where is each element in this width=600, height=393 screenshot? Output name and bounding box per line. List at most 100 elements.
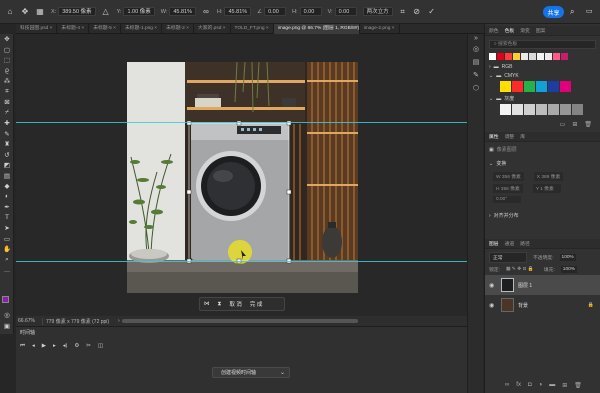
tab-gradients[interactable]: 渐变: [520, 27, 530, 34]
recent-color-swatch[interactable]: [529, 53, 536, 60]
recent-color-swatch[interactable]: [545, 53, 552, 60]
learn-icon[interactable]: ◎: [468, 42, 484, 55]
prop-y-input[interactable]: Y 1 像素: [532, 184, 561, 193]
gradient-icon[interactable]: ▤: [0, 171, 14, 182]
doc-tab[interactable]: 未标题-4 ×: [57, 24, 90, 34]
doc-tab[interactable]: image-2.png ×: [360, 24, 400, 34]
swatch-search-input[interactable]: 搜索色板: [498, 42, 517, 47]
tab-properties[interactable]: 属性: [489, 133, 499, 140]
eye-icon[interactable]: ◉: [489, 302, 497, 309]
delta-icon[interactable]: △: [101, 7, 111, 17]
swatch-search[interactable]: ⌕ 搜索色板: [489, 40, 596, 49]
recent-color-swatch[interactable]: [553, 53, 560, 60]
play-icon[interactable]: ▶: [42, 343, 46, 350]
mask-icon[interactable]: ◘: [528, 382, 532, 389]
tab-color[interactable]: 颜色: [489, 27, 499, 34]
opacity-input[interactable]: 100%: [559, 254, 576, 261]
recent-color-swatch[interactable]: [537, 53, 544, 60]
settings-icon[interactable]: ⚙: [74, 343, 79, 350]
confirm-transform-button[interactable]: 完 成: [246, 298, 267, 310]
color-swatch[interactable]: [500, 81, 511, 92]
layer-name[interactable]: 图层 1: [518, 282, 532, 289]
prop-w-input[interactable]: W 356 像素: [493, 172, 524, 181]
shape-icon[interactable]: ▭: [0, 234, 14, 245]
horizontal-guide-top[interactable]: [16, 122, 467, 123]
tab-channels[interactable]: 通道: [505, 240, 515, 247]
fx-icon[interactable]: fx: [516, 382, 521, 389]
commit-transform-icon[interactable]: ✓: [427, 7, 437, 17]
share-button[interactable]: 共享: [543, 6, 564, 18]
history-icon[interactable]: ▤: [468, 55, 484, 68]
reference-point-icon[interactable]: ▦: [35, 7, 45, 17]
collapse-icon[interactable]: »: [468, 34, 484, 42]
eraser-icon[interactable]: ◩: [0, 160, 14, 171]
healing-icon[interactable]: ✚: [0, 118, 14, 129]
split-icon[interactable]: ✂: [86, 343, 91, 350]
layer-name[interactable]: 背景: [518, 302, 528, 309]
vskew-input[interactable]: 0.00: [334, 7, 357, 16]
recent-color-swatch[interactable]: [521, 53, 528, 60]
screen-mode-icon[interactable]: ▣: [0, 321, 14, 332]
tab-patterns[interactable]: 图案: [536, 27, 546, 34]
prev-frame-icon[interactable]: ◂: [32, 343, 35, 350]
color-swatch[interactable]: [512, 104, 523, 115]
zoom-level[interactable]: 66.67%: [16, 318, 42, 324]
tab-paths[interactable]: 路径: [520, 240, 530, 247]
color-swatch[interactable]: [560, 81, 571, 92]
prop-h-input[interactable]: H 356 像素: [493, 184, 523, 193]
more-tools-icon[interactable]: …: [0, 265, 14, 276]
transform-section[interactable]: ⌄ 变换: [485, 160, 600, 168]
document-info[interactable]: 779 像素 x 779 像素 (72 ppi): [42, 317, 112, 325]
layer-row[interactable]: ◉ 背景 🔒: [485, 295, 600, 315]
horizontal-scrollbar[interactable]: [122, 319, 358, 323]
x-input[interactable]: 389.50 像素: [58, 7, 96, 16]
frame-icon[interactable]: ⊠: [0, 97, 14, 108]
create-timeline-dropdown-icon[interactable]: ⌄: [280, 369, 285, 376]
color-swatch[interactable]: [548, 104, 559, 115]
doc-tab[interactable]: TOLD_FT.png ×: [231, 24, 274, 34]
color-swatch[interactable]: [512, 81, 523, 92]
h-input[interactable]: 45.81%: [224, 7, 252, 16]
lock-icons[interactable]: ▦ ✎ ✥ ⊡ 🔒: [506, 267, 534, 272]
delete-icon[interactable]: 🗑: [584, 121, 592, 128]
y-input[interactable]: 1.00 像素: [123, 7, 155, 16]
tab-layers[interactable]: 图层: [489, 240, 499, 247]
adjustment-icon[interactable]: ◑: [539, 382, 543, 389]
angle-input[interactable]: 0.00: [264, 7, 287, 16]
hand-icon[interactable]: ✋: [0, 244, 14, 255]
create-video-timeline-button[interactable]: 创建视频时间轴: [212, 367, 290, 378]
cancel-transform-button[interactable]: 取 消: [225, 298, 246, 310]
pen-icon[interactable]: ✒: [0, 202, 14, 213]
lasso-icon[interactable]: ϱ: [0, 66, 14, 77]
path-select-icon[interactable]: ➤: [0, 223, 14, 234]
color-swatch[interactable]: [500, 104, 511, 115]
artboard-icon[interactable]: ▢: [0, 45, 14, 56]
color-swatch[interactable]: [548, 81, 559, 92]
link-icon[interactable]: ∞: [201, 7, 211, 17]
link-layers-icon[interactable]: ∞: [505, 382, 509, 389]
doc-tab[interactable]: 科技园图.psd ×: [16, 24, 58, 34]
flip-horizontal-icon[interactable]: ⋈: [200, 298, 214, 310]
doc-tab[interactable]: 未标题-5 ×: [89, 24, 121, 34]
blend-mode-select[interactable]: 正常: [489, 252, 527, 263]
quick-mask-icon[interactable]: ◎: [0, 310, 14, 321]
layer-row[interactable]: ◉ 图层 1: [485, 275, 600, 295]
w-input[interactable]: 45.81%: [169, 7, 196, 16]
audio-icon[interactable]: ◂): [63, 343, 68, 350]
color-swatch[interactable]: [524, 81, 535, 92]
dodge-icon[interactable]: ◐: [0, 192, 14, 203]
zoom-icon[interactable]: ⌕: [0, 255, 14, 266]
marquee-icon[interactable]: ⬚: [0, 55, 14, 66]
swatch-group-cmyk[interactable]: ⌄ ▬ CMYK: [485, 73, 600, 79]
workspace-icon[interactable]: ▭: [586, 7, 593, 15]
blur-icon[interactable]: ◆: [0, 181, 14, 192]
color-swatch[interactable]: [572, 104, 583, 115]
delete-layer-icon[interactable]: 🗑: [574, 382, 582, 389]
hskew-input[interactable]: 0.00: [299, 7, 322, 16]
move-icon[interactable]: ✥: [0, 34, 14, 45]
new-swatch-icon[interactable]: ⊞: [572, 121, 577, 128]
color-swatch[interactable]: [536, 81, 547, 92]
align-section[interactable]: › 对齐并分布: [485, 212, 600, 220]
color-swatch[interactable]: [524, 104, 535, 115]
new-layer-icon[interactable]: ⊞: [562, 382, 567, 389]
